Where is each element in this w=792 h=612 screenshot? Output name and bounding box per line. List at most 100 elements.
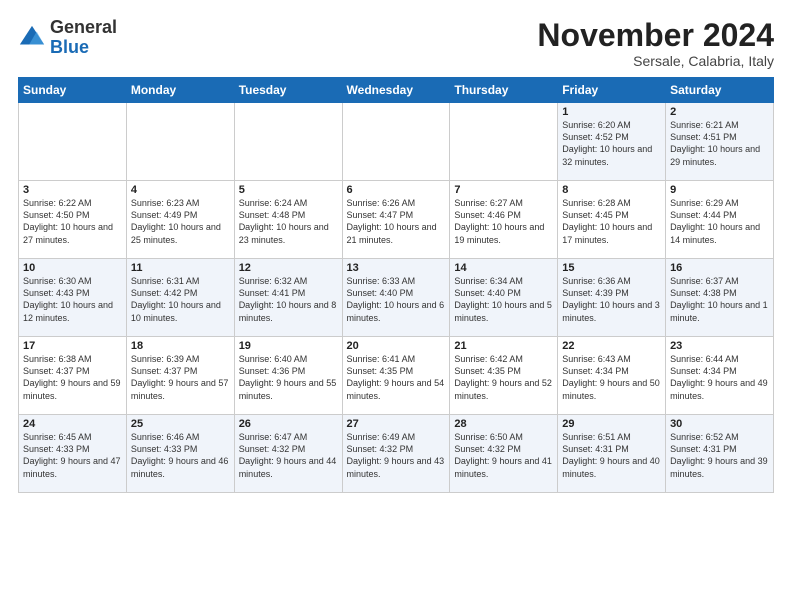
day-number: 15 bbox=[562, 262, 661, 274]
day-number: 6 bbox=[347, 184, 446, 196]
cell-0-4 bbox=[450, 103, 558, 181]
day-info: Sunrise: 6:38 AM Sunset: 4:37 PM Dayligh… bbox=[23, 353, 122, 402]
day-number: 7 bbox=[454, 184, 553, 196]
cell-0-1 bbox=[126, 103, 234, 181]
day-number: 5 bbox=[239, 184, 338, 196]
day-info: Sunrise: 6:20 AM Sunset: 4:52 PM Dayligh… bbox=[562, 119, 661, 168]
cell-4-4: 28Sunrise: 6:50 AM Sunset: 4:32 PM Dayli… bbox=[450, 415, 558, 493]
cell-0-3 bbox=[342, 103, 450, 181]
day-info: Sunrise: 6:52 AM Sunset: 4:31 PM Dayligh… bbox=[670, 431, 769, 480]
cell-4-1: 25Sunrise: 6:46 AM Sunset: 4:33 PM Dayli… bbox=[126, 415, 234, 493]
day-info: Sunrise: 6:50 AM Sunset: 4:32 PM Dayligh… bbox=[454, 431, 553, 480]
cell-1-4: 7Sunrise: 6:27 AM Sunset: 4:46 PM Daylig… bbox=[450, 181, 558, 259]
cell-3-0: 17Sunrise: 6:38 AM Sunset: 4:37 PM Dayli… bbox=[19, 337, 127, 415]
day-number: 16 bbox=[670, 262, 769, 274]
day-number: 19 bbox=[239, 340, 338, 352]
cell-4-0: 24Sunrise: 6:45 AM Sunset: 4:33 PM Dayli… bbox=[19, 415, 127, 493]
week-row-1: 3Sunrise: 6:22 AM Sunset: 4:50 PM Daylig… bbox=[19, 181, 774, 259]
day-number: 27 bbox=[347, 418, 446, 430]
day-number: 14 bbox=[454, 262, 553, 274]
cell-2-1: 11Sunrise: 6:31 AM Sunset: 4:42 PM Dayli… bbox=[126, 259, 234, 337]
cell-1-2: 5Sunrise: 6:24 AM Sunset: 4:48 PM Daylig… bbox=[234, 181, 342, 259]
cell-4-6: 30Sunrise: 6:52 AM Sunset: 4:31 PM Dayli… bbox=[666, 415, 774, 493]
day-number: 29 bbox=[562, 418, 661, 430]
day-info: Sunrise: 6:40 AM Sunset: 4:36 PM Dayligh… bbox=[239, 353, 338, 402]
cell-2-0: 10Sunrise: 6:30 AM Sunset: 4:43 PM Dayli… bbox=[19, 259, 127, 337]
day-number: 9 bbox=[670, 184, 769, 196]
weekday-header-row: Sunday Monday Tuesday Wednesday Thursday… bbox=[19, 78, 774, 103]
day-info: Sunrise: 6:34 AM Sunset: 4:40 PM Dayligh… bbox=[454, 275, 553, 324]
day-number: 22 bbox=[562, 340, 661, 352]
day-info: Sunrise: 6:22 AM Sunset: 4:50 PM Dayligh… bbox=[23, 197, 122, 246]
day-number: 12 bbox=[239, 262, 338, 274]
day-info: Sunrise: 6:46 AM Sunset: 4:33 PM Dayligh… bbox=[131, 431, 230, 480]
day-number: 24 bbox=[23, 418, 122, 430]
cell-2-2: 12Sunrise: 6:32 AM Sunset: 4:41 PM Dayli… bbox=[234, 259, 342, 337]
day-info: Sunrise: 6:21 AM Sunset: 4:51 PM Dayligh… bbox=[670, 119, 769, 168]
cell-3-3: 20Sunrise: 6:41 AM Sunset: 4:35 PM Dayli… bbox=[342, 337, 450, 415]
cell-3-4: 21Sunrise: 6:42 AM Sunset: 4:35 PM Dayli… bbox=[450, 337, 558, 415]
day-number: 10 bbox=[23, 262, 122, 274]
day-info: Sunrise: 6:30 AM Sunset: 4:43 PM Dayligh… bbox=[23, 275, 122, 324]
day-info: Sunrise: 6:23 AM Sunset: 4:49 PM Dayligh… bbox=[131, 197, 230, 246]
day-number: 25 bbox=[131, 418, 230, 430]
cell-2-3: 13Sunrise: 6:33 AM Sunset: 4:40 PM Dayli… bbox=[342, 259, 450, 337]
page: General Blue November 2024 Sersale, Cala… bbox=[0, 0, 792, 612]
cell-2-5: 15Sunrise: 6:36 AM Sunset: 4:39 PM Dayli… bbox=[558, 259, 666, 337]
logo-text: General Blue bbox=[50, 18, 117, 58]
day-info: Sunrise: 6:47 AM Sunset: 4:32 PM Dayligh… bbox=[239, 431, 338, 480]
day-number: 13 bbox=[347, 262, 446, 274]
col-friday: Friday bbox=[558, 78, 666, 103]
day-number: 30 bbox=[670, 418, 769, 430]
day-info: Sunrise: 6:33 AM Sunset: 4:40 PM Dayligh… bbox=[347, 275, 446, 324]
cell-0-0 bbox=[19, 103, 127, 181]
day-number: 20 bbox=[347, 340, 446, 352]
day-info: Sunrise: 6:29 AM Sunset: 4:44 PM Dayligh… bbox=[670, 197, 769, 246]
day-info: Sunrise: 6:37 AM Sunset: 4:38 PM Dayligh… bbox=[670, 275, 769, 324]
week-row-4: 24Sunrise: 6:45 AM Sunset: 4:33 PM Dayli… bbox=[19, 415, 774, 493]
day-info: Sunrise: 6:31 AM Sunset: 4:42 PM Dayligh… bbox=[131, 275, 230, 324]
logo-blue: Blue bbox=[50, 37, 89, 57]
day-info: Sunrise: 6:51 AM Sunset: 4:31 PM Dayligh… bbox=[562, 431, 661, 480]
col-sunday: Sunday bbox=[19, 78, 127, 103]
cell-3-6: 23Sunrise: 6:44 AM Sunset: 4:34 PM Dayli… bbox=[666, 337, 774, 415]
logo: General Blue bbox=[18, 18, 117, 58]
week-row-3: 17Sunrise: 6:38 AM Sunset: 4:37 PM Dayli… bbox=[19, 337, 774, 415]
day-number: 23 bbox=[670, 340, 769, 352]
cell-1-0: 3Sunrise: 6:22 AM Sunset: 4:50 PM Daylig… bbox=[19, 181, 127, 259]
cell-4-3: 27Sunrise: 6:49 AM Sunset: 4:32 PM Dayli… bbox=[342, 415, 450, 493]
day-number: 1 bbox=[562, 106, 661, 118]
col-thursday: Thursday bbox=[450, 78, 558, 103]
cell-1-6: 9Sunrise: 6:29 AM Sunset: 4:44 PM Daylig… bbox=[666, 181, 774, 259]
cell-4-5: 29Sunrise: 6:51 AM Sunset: 4:31 PM Dayli… bbox=[558, 415, 666, 493]
day-number: 21 bbox=[454, 340, 553, 352]
col-monday: Monday bbox=[126, 78, 234, 103]
cell-0-5: 1Sunrise: 6:20 AM Sunset: 4:52 PM Daylig… bbox=[558, 103, 666, 181]
day-info: Sunrise: 6:41 AM Sunset: 4:35 PM Dayligh… bbox=[347, 353, 446, 402]
cell-2-6: 16Sunrise: 6:37 AM Sunset: 4:38 PM Dayli… bbox=[666, 259, 774, 337]
day-info: Sunrise: 6:43 AM Sunset: 4:34 PM Dayligh… bbox=[562, 353, 661, 402]
day-number: 3 bbox=[23, 184, 122, 196]
calendar-table: Sunday Monday Tuesday Wednesday Thursday… bbox=[18, 77, 774, 493]
logo-general: General bbox=[50, 17, 117, 37]
cell-0-6: 2Sunrise: 6:21 AM Sunset: 4:51 PM Daylig… bbox=[666, 103, 774, 181]
cell-1-3: 6Sunrise: 6:26 AM Sunset: 4:47 PM Daylig… bbox=[342, 181, 450, 259]
cell-1-1: 4Sunrise: 6:23 AM Sunset: 4:49 PM Daylig… bbox=[126, 181, 234, 259]
day-number: 11 bbox=[131, 262, 230, 274]
day-info: Sunrise: 6:36 AM Sunset: 4:39 PM Dayligh… bbox=[562, 275, 661, 324]
header: General Blue November 2024 Sersale, Cala… bbox=[18, 18, 774, 69]
title-block: November 2024 Sersale, Calabria, Italy bbox=[537, 18, 774, 69]
day-info: Sunrise: 6:44 AM Sunset: 4:34 PM Dayligh… bbox=[670, 353, 769, 402]
day-number: 2 bbox=[670, 106, 769, 118]
day-number: 8 bbox=[562, 184, 661, 196]
cell-3-2: 19Sunrise: 6:40 AM Sunset: 4:36 PM Dayli… bbox=[234, 337, 342, 415]
day-info: Sunrise: 6:42 AM Sunset: 4:35 PM Dayligh… bbox=[454, 353, 553, 402]
week-row-0: 1Sunrise: 6:20 AM Sunset: 4:52 PM Daylig… bbox=[19, 103, 774, 181]
week-row-2: 10Sunrise: 6:30 AM Sunset: 4:43 PM Dayli… bbox=[19, 259, 774, 337]
day-number: 17 bbox=[23, 340, 122, 352]
calendar-body: 1Sunrise: 6:20 AM Sunset: 4:52 PM Daylig… bbox=[19, 103, 774, 493]
cell-3-5: 22Sunrise: 6:43 AM Sunset: 4:34 PM Dayli… bbox=[558, 337, 666, 415]
location: Sersale, Calabria, Italy bbox=[537, 53, 774, 69]
day-info: Sunrise: 6:26 AM Sunset: 4:47 PM Dayligh… bbox=[347, 197, 446, 246]
cell-1-5: 8Sunrise: 6:28 AM Sunset: 4:45 PM Daylig… bbox=[558, 181, 666, 259]
